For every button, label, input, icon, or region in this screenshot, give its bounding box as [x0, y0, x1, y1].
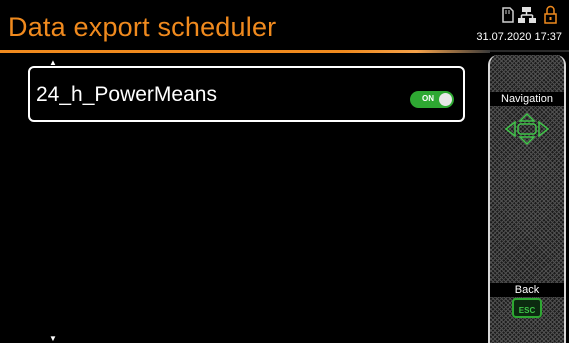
esc-button[interactable]: ESC: [512, 298, 542, 318]
back-label: Back: [490, 283, 564, 297]
lock-icon: [544, 5, 557, 24]
network-icon: [518, 7, 536, 23]
side-panel: Navigation Back ESC: [488, 55, 566, 343]
header-divider: [0, 50, 490, 53]
scroll-down-arrow[interactable]: ▼: [49, 334, 57, 343]
status-icons: [502, 5, 557, 24]
enable-toggle[interactable]: ON: [410, 91, 454, 108]
toggle-state-label: ON: [422, 94, 434, 103]
esc-label: ESC: [518, 306, 536, 315]
list-item[interactable]: 24_h_PowerMeans ON: [28, 66, 465, 122]
navigation-arrows-icon[interactable]: [504, 113, 550, 145]
list-item-label: 24_h_PowerMeans: [36, 83, 217, 106]
header-divider-right: [490, 50, 569, 52]
datetime: 31.07.2020 17:37: [476, 31, 562, 43]
page-title: Data export scheduler: [8, 12, 277, 42]
navigation-label: Navigation: [490, 92, 564, 106]
sd-card-icon: [502, 7, 514, 23]
toggle-knob: [439, 93, 452, 106]
